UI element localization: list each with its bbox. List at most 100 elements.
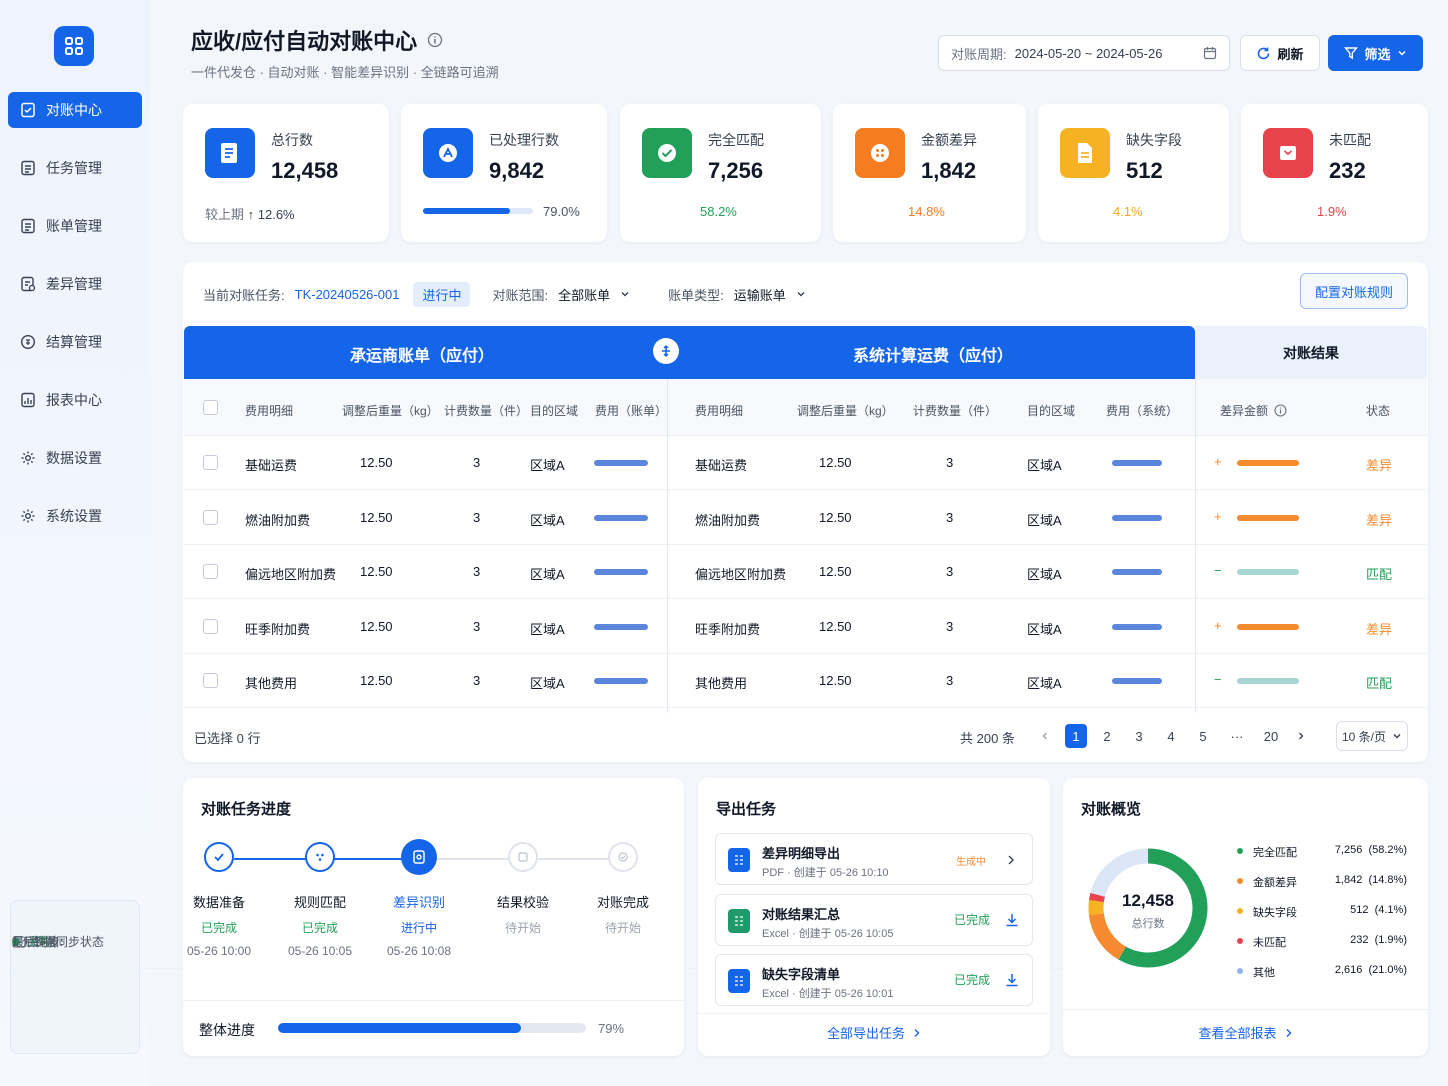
step-data-prep: 数据准备 已完成 05-26 10:00 (179, 842, 259, 958)
next-page-icon[interactable] (1290, 724, 1312, 748)
legend-count: 232 (1350, 934, 1369, 946)
fee-bill-bar (594, 514, 648, 521)
export-type: Excel (762, 928, 789, 940)
sidebar-item-reconcile-center[interactable]: 对账中心 (8, 92, 142, 128)
calendar-icon (1203, 47, 1217, 60)
cell-qty: 3 (473, 564, 481, 579)
table-row[interactable]: 其他费用 12.50 3 区域A 其他费用 12.50 3 区域A − 匹配 (184, 654, 1427, 708)
sidebar-item-data-settings[interactable]: 数据设置 (8, 440, 142, 476)
sidebar-item-tasks[interactable]: 任务管理 (8, 150, 142, 186)
sidebar-item-label: 任务管理 (46, 160, 102, 176)
th-weight: 调整后重量（kg） (342, 404, 439, 418)
pagination-bar: 已选择 0 行 共 200 条 1 2 3 4 5 ··· 20 10 条/页 (183, 721, 1428, 752)
verify-icon (508, 842, 538, 872)
sidebar-item-system-settings[interactable]: 系统设置 (8, 498, 142, 534)
stat-label: 缺失字段 (1126, 132, 1182, 148)
prev-page-icon[interactable] (1034, 724, 1056, 748)
row-checkbox[interactable] (203, 618, 218, 634)
page-subtitle: 一件代发仓 · 自动对账 · 智能差异识别 · 全链路可追溯 (191, 65, 499, 80)
sidebar-item-bills[interactable]: 账单管理 (8, 208, 142, 244)
step-rule-match: 规则匹配 已完成 05-26 10:05 (280, 842, 360, 958)
filter-button[interactable]: 筛选 (1328, 35, 1423, 71)
app-logo[interactable] (54, 26, 94, 66)
legend-value: 7,256 (58.2%) (1335, 844, 1407, 856)
info-icon[interactable] (1274, 404, 1287, 417)
page-size-value: 10 条/页 (1341, 729, 1387, 744)
step-time: 05-26 10:00 (186, 944, 252, 958)
refresh-button[interactable]: 刷新 (1240, 35, 1320, 71)
coin-icon (20, 334, 36, 350)
export-item[interactable]: 对账结果汇总 Excel · 创建于 05-26 10:05 已完成 (715, 894, 1033, 946)
cell-qty-sys: 3 (946, 673, 954, 688)
stat-card-missing[interactable]: 缺失字段 512 4.1% (1038, 104, 1229, 242)
page-4[interactable]: 4 (1160, 724, 1182, 748)
cell-item: 燃油附加费 (245, 512, 311, 528)
swap-icon[interactable] (653, 338, 679, 364)
download-icon[interactable] (1004, 972, 1020, 988)
refresh-label: 刷新 (1277, 46, 1304, 62)
page-ellipsis[interactable]: ··· (1226, 724, 1248, 748)
row-checkbox[interactable] (203, 564, 218, 579)
sidebar-item-settlement[interactable]: 结算管理 (8, 324, 142, 360)
fee-bill-bar (594, 460, 648, 466)
stat-card-processed[interactable]: 已处理行数 9,842 79.0% (401, 104, 607, 242)
sidebar-item-differences[interactable]: 差异管理 (8, 266, 142, 302)
export-item[interactable]: 差异明细导出 PDF · 创建于 05-26 10:10 生成中 (715, 833, 1033, 885)
diff-amount-bar (1237, 623, 1299, 630)
config-rules-button[interactable]: 配置对账规则 (1300, 273, 1408, 309)
download-icon[interactable] (1004, 912, 1020, 928)
legend-name: 金额差异 (1253, 877, 1297, 889)
export-item[interactable]: 缺失字段清单 Excel · 创建于 05-26 10:01 已完成 (715, 954, 1033, 1006)
select-all-checkbox[interactable] (203, 400, 218, 415)
stat-card-matched[interactable]: 完全匹配 7,256 58.2% (620, 104, 821, 242)
step-time: 05-26 10:05 (287, 944, 353, 958)
cell-weight-sys: 12.50 (819, 509, 852, 525)
info-icon[interactable] (427, 32, 443, 48)
stat-foot: 4.1% (1113, 204, 1143, 219)
all-reports-link[interactable]: 查看全部报表 (1063, 1023, 1428, 1042)
fee-sys-bar (1112, 460, 1162, 466)
processed-progress-fill (423, 208, 510, 214)
export-meta: Excel · 创建于 05-26 10:05 (762, 928, 894, 940)
table-row[interactable]: 旺季附加费 12.50 3 区域A 旺季附加费 12.50 3 区域A + 差异 (184, 600, 1427, 654)
step-status: 已完成 (200, 921, 237, 935)
stat-card-amount-diff[interactable]: 金额差异 1,842 14.8% (833, 104, 1026, 242)
table-row[interactable]: 燃油附加费 12.50 3 区域A 燃油附加费 12.50 3 区域A + 差异 (184, 491, 1427, 545)
task-id[interactable]: TK-20240526-001 (295, 287, 400, 302)
diff-sign: − (1214, 672, 1222, 687)
cell-qty: 3 (473, 618, 481, 634)
stat-card-total[interactable]: 总行数 12,458 较上期 ↑ 12.6% (183, 104, 389, 242)
period-picker[interactable]: 对账周期: 2024-05-20 ~ 2024-05-26 (938, 35, 1230, 71)
export-type: Excel (762, 988, 789, 1000)
cell-region-sys: 区域A (1027, 676, 1062, 691)
sidebar-item-label: 系统设置 (46, 508, 102, 524)
type-select[interactable]: 运输账单 (734, 285, 806, 304)
page-20[interactable]: 20 (1260, 724, 1282, 748)
page-size-select[interactable]: 10 条/页 (1336, 721, 1408, 751)
step-time: 05-26 10:08 (386, 944, 452, 958)
stat-foot: 58.2% (700, 204, 737, 219)
gear-icon (21, 509, 35, 523)
page-1[interactable]: 1 (1065, 724, 1087, 748)
stat-foot-prefix: 较上期 (205, 207, 245, 222)
legend-dot (1237, 878, 1243, 884)
row-checkbox[interactable] (203, 673, 218, 688)
row-checkbox[interactable] (203, 455, 218, 470)
export-meta: Excel · 创建于 05-26 10:01 (762, 988, 894, 1000)
page-3[interactable]: 3 (1128, 724, 1150, 748)
th-item-sys: 费用明细 (695, 404, 744, 418)
row-checkbox[interactable] (203, 509, 218, 525)
table-row[interactable]: 基础运费 12.50 3 区域A 基础运费 12.50 3 区域A + 差异 (184, 436, 1427, 490)
export-name: 对账结果汇总 (762, 907, 841, 922)
all-exports-link[interactable]: 全部导出任务 (698, 1023, 1050, 1042)
page-5[interactable]: 5 (1192, 724, 1214, 748)
stat-card-unmatched[interactable]: 未匹配 232 1.9% (1241, 104, 1428, 242)
cell-region-sys: 区域A (1027, 621, 1062, 637)
chevron-right-icon[interactable] (1006, 854, 1016, 866)
cell-item-sys: 偏远地区附加费 (695, 567, 787, 582)
cell-region: 区域A (530, 567, 565, 582)
scope-select[interactable]: 全部账单 (558, 285, 630, 304)
table-row[interactable]: 偏远地区附加费 12.50 3 区域A 偏远地区附加费 12.50 3 区域A − 匹配 (184, 545, 1427, 599)
sidebar-item-reports[interactable]: 报表中心 (8, 382, 142, 418)
page-2[interactable]: 2 (1096, 724, 1118, 748)
